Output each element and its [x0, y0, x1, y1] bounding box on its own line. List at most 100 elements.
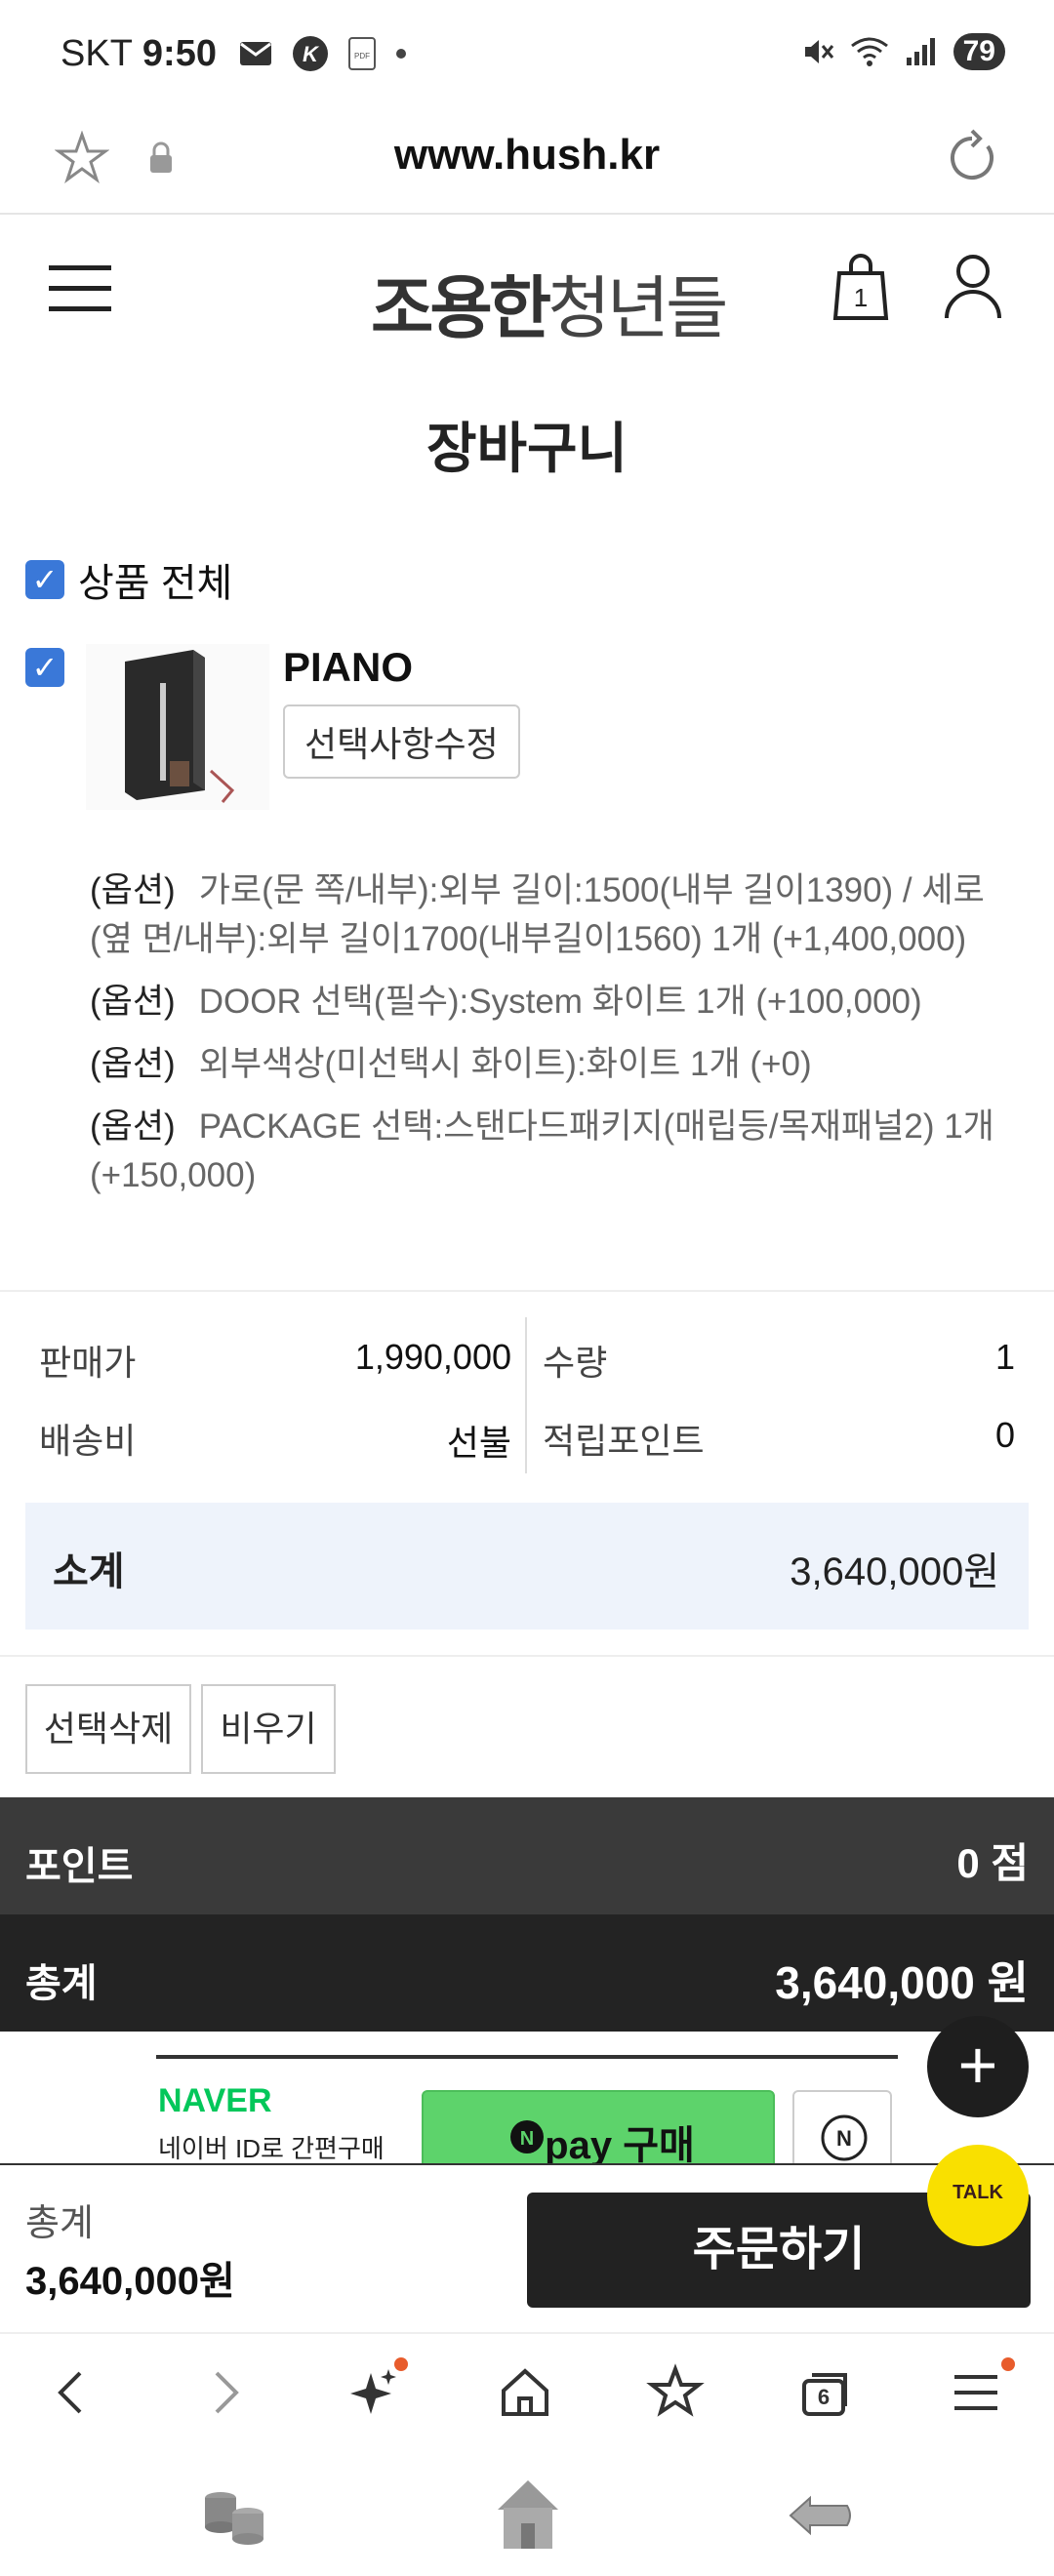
logo-light-text: 청년들: [547, 270, 728, 346]
order-total-value: 3,640,000원: [25, 2260, 235, 2303]
shipping-value: 선불: [446, 1423, 511, 1463]
reload-icon[interactable]: [943, 129, 1001, 187]
edit-options-button[interactable]: 선택사항수정: [283, 704, 520, 779]
menu-icon[interactable]: [947, 2363, 1005, 2422]
naver-wishlist-button[interactable]: N: [792, 2090, 892, 2163]
option-line: (옵션) PACKAGE 선택:스탠다드패키지(매립등/목재패널2) 1개 (+1…: [90, 1103, 1017, 1200]
price-summary: 판매가 1,990,000 배송비 선불 수량 1 적립포인트 0: [0, 1308, 1054, 1478]
product-name[interactable]: PIANO: [283, 644, 413, 691]
sale-price-value: 1,990,000: [354, 1337, 511, 1377]
divider: [0, 1655, 1054, 1657]
cart-item: ✓ PIANO 선택사항수정: [25, 644, 1040, 820]
clear-cart-button[interactable]: 비우기: [201, 1684, 336, 1774]
subtotal-label: 소계: [53, 1550, 125, 1593]
pdf-icon: PDF: [348, 37, 376, 70]
quantity-label: 수량: [543, 1343, 608, 1383]
system-navigation-bar: [0, 2449, 1054, 2576]
kakao-talk-button[interactable]: TALK: [927, 2145, 1029, 2246]
naver-divider: [156, 2055, 898, 2059]
select-all-label: 상품 전체: [78, 562, 233, 605]
notification-dot: [1001, 2357, 1015, 2371]
wifi-icon: [850, 37, 888, 66]
option-text: 외부색상(미선택시 화이트):화이트 1개 (+0): [198, 1045, 812, 1083]
battery-indicator: 79: [953, 33, 1005, 70]
points-bar: 포인트 0 점: [0, 1797, 1054, 1914]
home-icon[interactable]: [496, 2363, 554, 2422]
user-icon[interactable]: [943, 252, 1003, 320]
mute-icon: [804, 40, 833, 63]
floating-plus-button[interactable]: +: [927, 2016, 1029, 2117]
option-text: DOOR 선택(필수):System 화이트 1개 (+100,000): [198, 983, 922, 1021]
bookmark-star-icon[interactable]: [646, 2363, 705, 2422]
cart-count: 1: [853, 283, 869, 312]
svg-text:N: N: [836, 2126, 852, 2151]
signal-icon: [906, 38, 935, 65]
back-icon[interactable]: [43, 2363, 101, 2422]
svg-text:PDF: PDF: [354, 52, 370, 60]
order-total-label: 총계: [25, 2203, 94, 2244]
tabs-button[interactable]: 6: [796, 2363, 855, 2422]
talk-label: TALK: [953, 2182, 1003, 2203]
naver-pay-label: pay 구매: [545, 2124, 695, 2163]
browser-navigation-bar: 6: [0, 2332, 1054, 2449]
shipping-label: 배송비: [39, 1421, 137, 1461]
total-value: 3,640,000 원: [775, 1957, 1029, 2008]
select-all-checkbox[interactable]: ✓: [25, 560, 64, 599]
page-title: 장바구니: [426, 418, 628, 479]
select-all-row[interactable]: ✓ 상품 전체: [25, 551, 232, 608]
svg-text:K: K: [303, 42, 320, 66]
option-tag: (옵션): [90, 983, 176, 1021]
system-icons: 79: [801, 33, 1005, 70]
clock: 9:50: [142, 33, 217, 74]
naver-circle-n-icon: N: [821, 2114, 868, 2161]
option-line: (옵션) DOOR 선택(필수):System 화이트 1개 (+100,000): [90, 978, 1017, 1026]
carrier-time: SKT 9:50: [61, 33, 217, 75]
browser-url-bar: www.hush.kr: [0, 107, 1054, 215]
status-bar: SKT 9:50 K PDF 79: [0, 0, 1054, 107]
order-bar: 총계 3,640,000원 주문하기: [0, 2163, 1054, 2331]
recent-apps-icon[interactable]: [201, 2484, 269, 2547]
dot-icon: [396, 49, 406, 59]
site-logo[interactable]: 조용한청년들: [371, 254, 728, 352]
site-header: 조용한청년들 1: [0, 217, 1054, 363]
reward-points-value: 0: [994, 1415, 1015, 1455]
divider: [0, 1290, 1054, 1292]
cart-button[interactable]: 1: [831, 254, 890, 322]
k-app-icon: K: [293, 36, 328, 71]
notification-dot: [394, 2357, 408, 2371]
logo-bold-text: 조용한: [371, 270, 551, 346]
back-button-icon[interactable]: [787, 2492, 855, 2539]
reward-points-label: 적립포인트: [543, 1421, 705, 1461]
total-bar: 총계 3,640,000 원: [0, 1914, 1054, 2032]
option-text: 가로(문 쪽/내부):외부 길이:1500(내부 길이1390) / 세로(옆 …: [90, 871, 985, 958]
option-tag: (옵션): [90, 871, 176, 909]
option-line: (옵션) 가로(문 쪽/내부):외부 길이:1500(내부 길이1390) / 세…: [90, 866, 1017, 964]
product-thumbnail[interactable]: [86, 644, 269, 810]
points-value: 0 점: [956, 1840, 1029, 1886]
subtotal-value: 3,640,000원: [790, 1550, 999, 1593]
subtotal-row: 소계 3,640,000원: [25, 1503, 1029, 1630]
forward-icon[interactable]: [195, 2363, 254, 2422]
notification-icons: K PDF: [239, 35, 407, 72]
mail-icon: [240, 42, 271, 65]
delete-selected-button[interactable]: 선택삭제: [25, 1684, 191, 1774]
hamburger-menu-icon[interactable]: [49, 263, 111, 314]
sale-price-label: 판매가: [39, 1343, 137, 1383]
item-checkbox[interactable]: ✓: [25, 648, 64, 687]
option-text: PACKAGE 선택:스탠다드패키지(매립등/목재패널2) 1개 (+150,0…: [90, 1107, 994, 1194]
carrier-label: SKT: [61, 33, 133, 74]
naver-brand: NAVER: [158, 2082, 272, 2119]
url-text[interactable]: www.hush.kr: [0, 131, 1054, 180]
naver-subtitle: 네이버 ID로 간편구매: [158, 2134, 385, 2163]
sparkle-icon[interactable]: [345, 2363, 404, 2422]
naver-pay-button[interactable]: N pay 구매: [422, 2090, 775, 2163]
naver-pay-section: NAVER 네이버 ID로 간편구매 N pay 구매 N: [0, 2032, 1054, 2163]
points-label: 포인트: [25, 1845, 134, 1888]
column-divider: [525, 1317, 527, 1473]
option-tag: (옵션): [90, 1045, 176, 1083]
item-options: (옵션) 가로(문 쪽/내부):외부 길이:1500(내부 길이1390) / 세…: [90, 866, 1017, 1214]
quantity-value: 1: [994, 1337, 1015, 1377]
total-label: 총계: [25, 1962, 98, 2005]
home-button-icon[interactable]: [494, 2476, 562, 2551]
tabs-count: 6: [817, 2385, 831, 2409]
